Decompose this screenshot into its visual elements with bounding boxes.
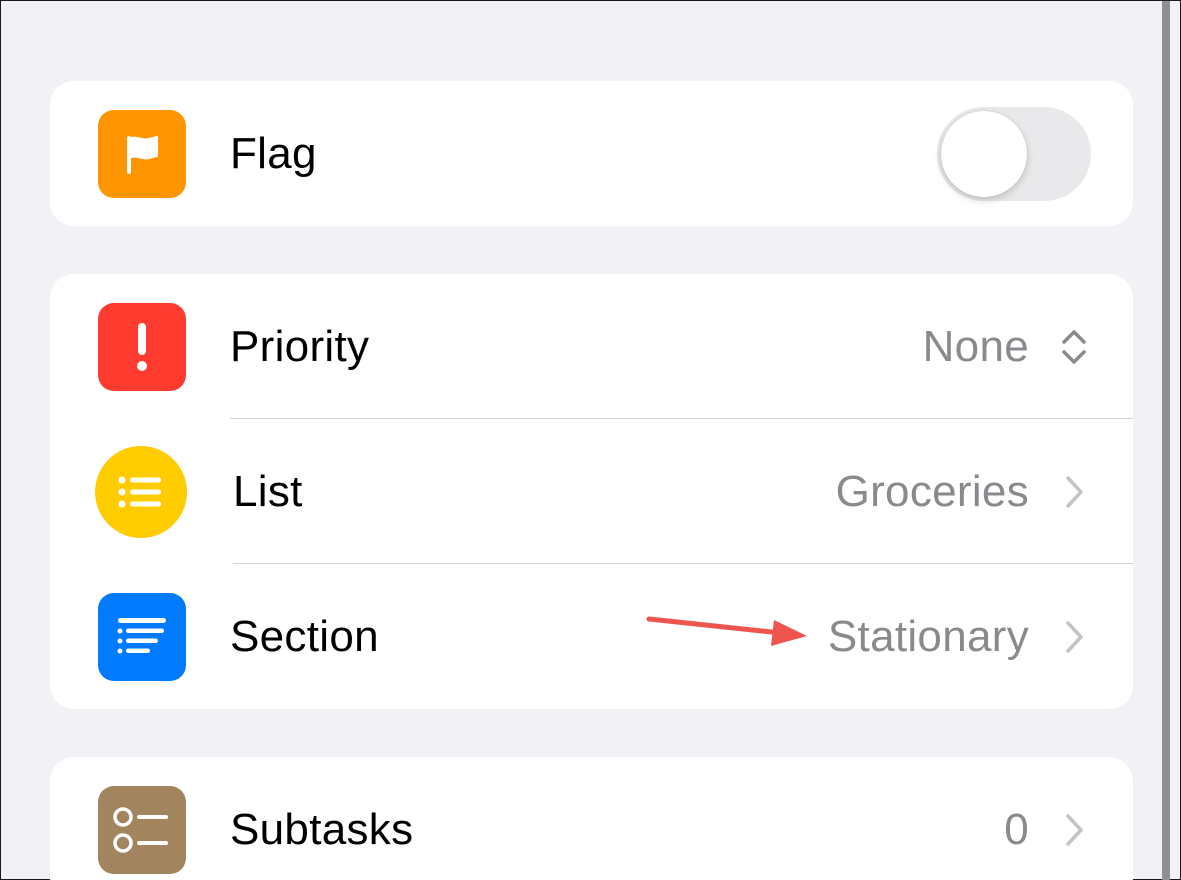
details-card: Priority None List Groceries Section Sta…: [50, 274, 1133, 709]
flag-icon: [98, 109, 186, 198]
section-label: Section: [230, 611, 379, 661]
subtasks-label: Subtasks: [230, 804, 414, 854]
toggle-knob: [941, 110, 1027, 197]
chevron-right-icon: [1066, 813, 1083, 846]
priority-row[interactable]: Priority None: [50, 274, 1133, 419]
list-bullet-icon: [95, 445, 187, 538]
flag-toggle[interactable]: [937, 106, 1091, 201]
flag-label: Flag: [230, 128, 317, 178]
section-value: Stationary: [827, 611, 1029, 661]
subtasks-card: Subtasks 0: [50, 757, 1133, 880]
chevron-right-icon: [1066, 475, 1083, 508]
scrollbar[interactable]: [1162, 1, 1170, 880]
priority-label: Priority: [230, 321, 370, 371]
up-down-chevron-icon[interactable]: [1059, 327, 1089, 367]
section-row[interactable]: Section Stationary: [50, 564, 1133, 709]
checklist-icon: [98, 785, 186, 874]
chevron-right-icon: [1066, 620, 1083, 653]
list-value: Groceries: [835, 466, 1029, 516]
text-alignleft-icon: [98, 592, 186, 681]
list-label: List: [233, 466, 303, 516]
list-row[interactable]: List Groceries: [50, 419, 1133, 564]
flag-card: Flag: [50, 81, 1133, 226]
priority-value[interactable]: None: [923, 322, 1029, 372]
subtasks-value: 0: [1004, 804, 1029, 854]
subtasks-row[interactable]: Subtasks 0: [50, 757, 1133, 880]
exclamation-icon: [98, 302, 186, 391]
flag-row[interactable]: Flag: [50, 81, 1133, 226]
